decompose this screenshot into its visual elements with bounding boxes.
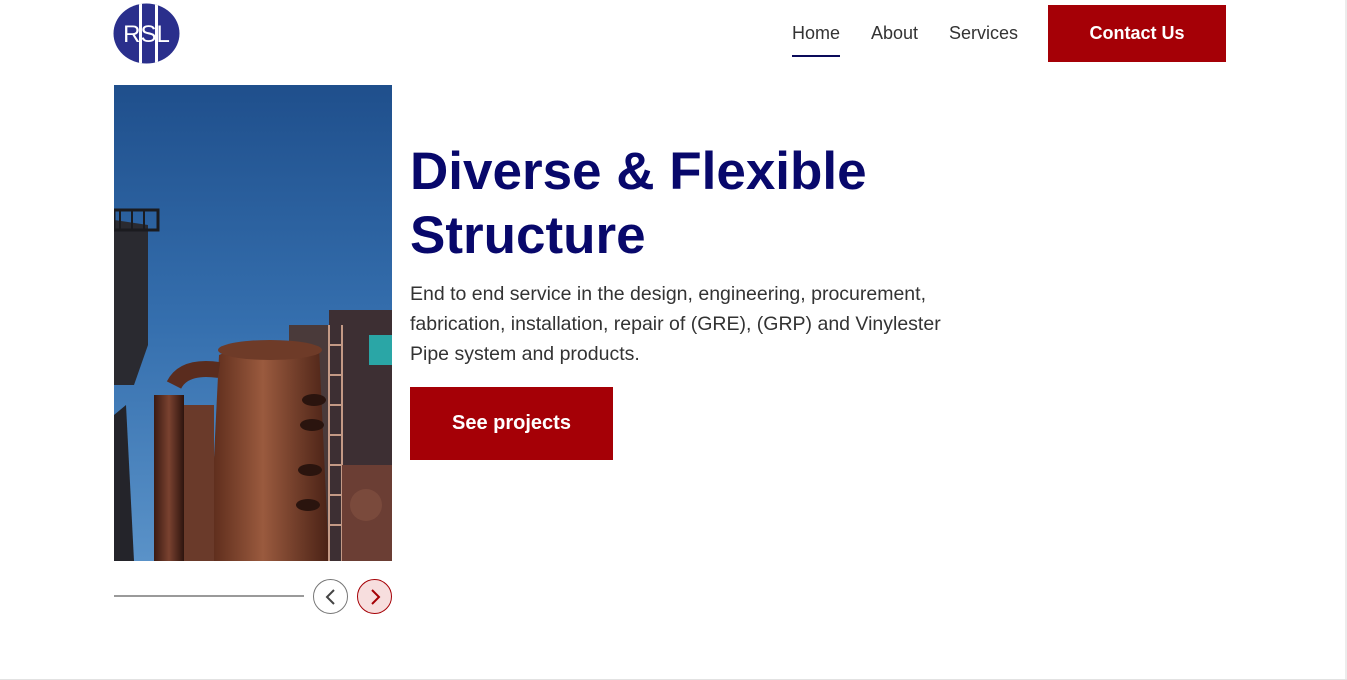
logo[interactable]: RSL (113, 3, 180, 64)
slider-progress-track (114, 595, 304, 597)
industrial-tanks-illustration (114, 85, 392, 561)
slider-next-button[interactable] (357, 579, 392, 614)
see-projects-button[interactable]: See projects (410, 387, 613, 460)
logo-text: RSL (123, 21, 170, 48)
nav-services[interactable]: Services (949, 22, 1018, 44)
slider-prev-button[interactable] (313, 579, 348, 614)
contact-us-button[interactable]: Contact Us (1048, 5, 1226, 62)
nav-about[interactable]: About (871, 22, 918, 44)
hero-description: End to end service in the design, engine… (410, 283, 941, 365)
chevron-right-icon (370, 588, 380, 605)
hero-image (114, 85, 392, 561)
logo-icon: RSL (113, 3, 180, 64)
chevron-left-icon (325, 588, 335, 605)
hero-title: Diverse & Flexible Structure (410, 142, 867, 265)
nav-home[interactable]: Home (792, 22, 841, 57)
